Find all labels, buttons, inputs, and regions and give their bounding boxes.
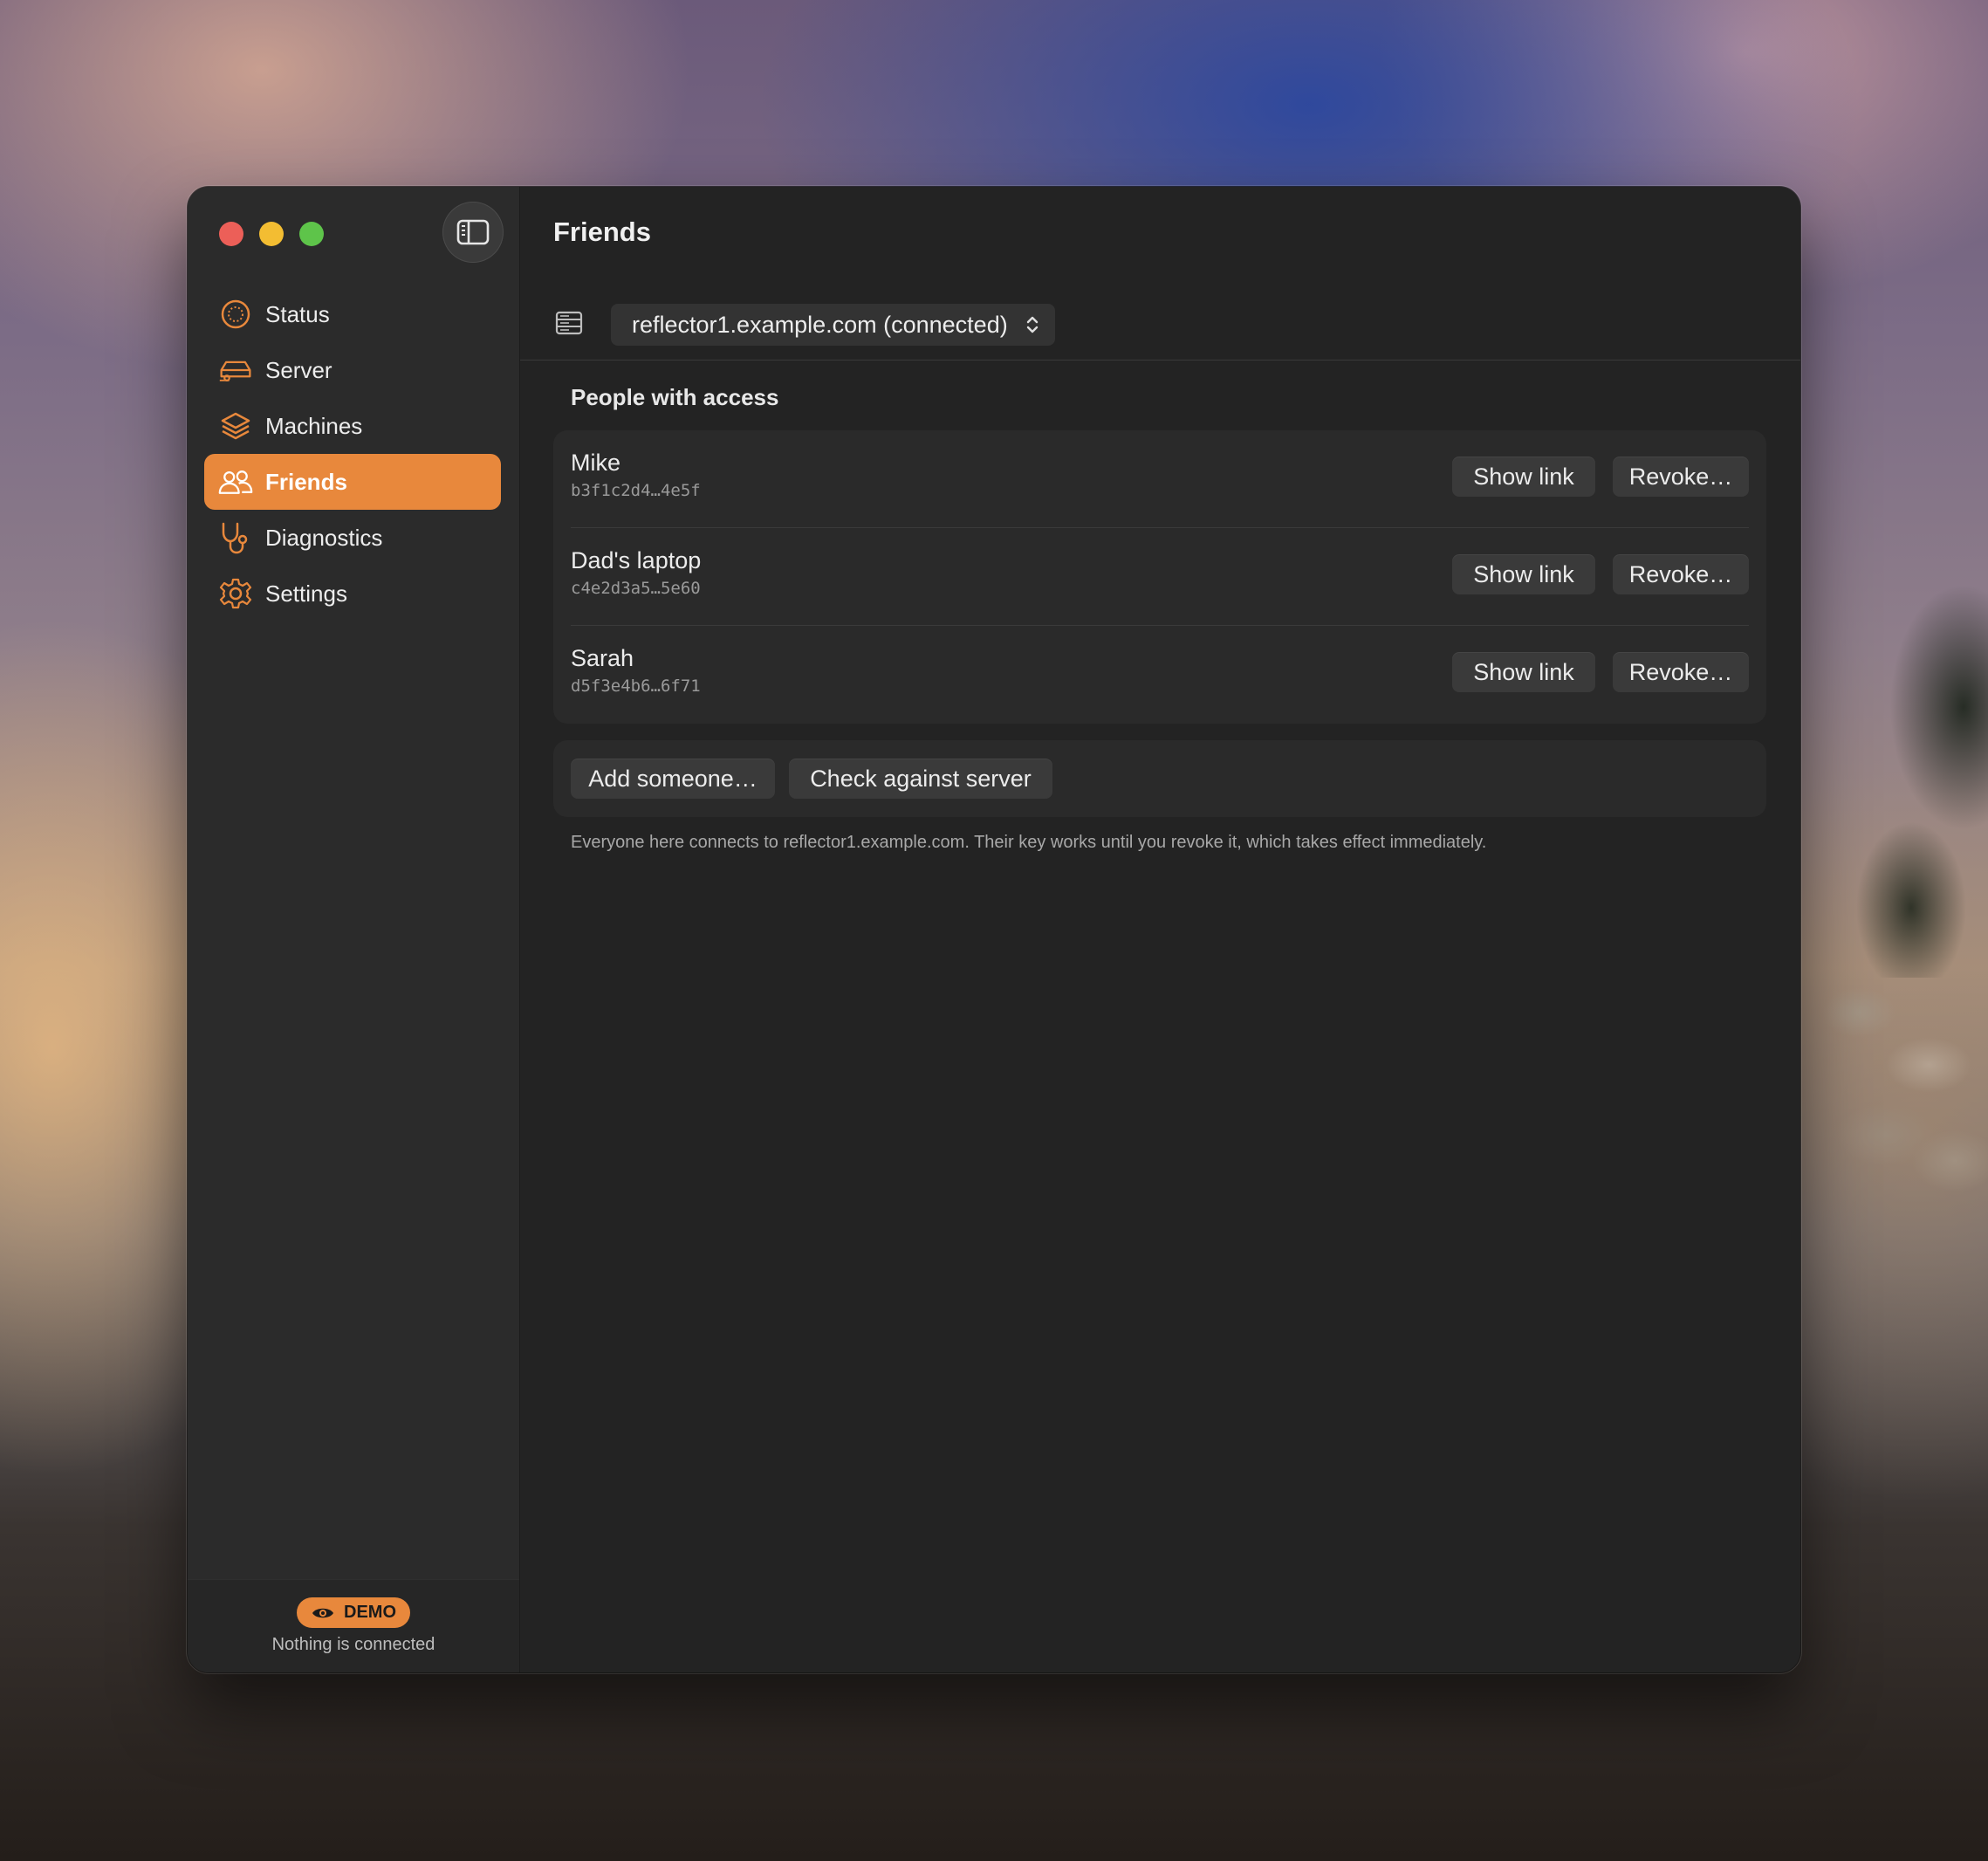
person-key: c4e2d3a5…5e60 — [571, 579, 701, 598]
sidebar-item-diagnostics[interactable]: Diagnostics — [204, 510, 501, 566]
sidebar-item-label: Settings — [265, 580, 347, 607]
person-key: b3f1c2d4…4e5f — [571, 481, 701, 500]
person-name: Sarah — [571, 645, 634, 671]
person-name: Mike — [571, 450, 621, 476]
show-link-button[interactable]: Show link — [1452, 554, 1595, 594]
sidebar-item-label: Machines — [265, 412, 363, 439]
person-key: d5f3e4b6…6f71 — [571, 676, 701, 696]
people-list: Mike b3f1c2d4…4e5f Show link Revoke… Dad… — [553, 430, 1766, 724]
sidebar-item-machines[interactable]: Machines — [204, 398, 501, 454]
page-title: Friends — [553, 216, 651, 247]
layers-icon — [218, 409, 253, 443]
revoke-button[interactable]: Revoke… — [1613, 554, 1749, 594]
stethoscope-icon — [218, 520, 253, 555]
person-name: Dad's laptop — [571, 547, 702, 573]
sidebar-item-settings[interactable]: Settings — [204, 566, 501, 621]
sidebar-item-label: Server — [265, 356, 332, 383]
app-window: Status Server Machines Friends Diagnosti… — [188, 187, 1800, 1672]
eye-icon — [312, 1608, 333, 1617]
footnote-text: Everyone here connects to reflector1.exa… — [571, 833, 1487, 852]
sidebar-footer: DEMO Nothing is connected — [188, 1579, 519, 1672]
list-item: Dad's laptop c4e2d3a5…5e60 Show link Rev… — [571, 528, 1749, 626]
sidebar-item-label: Diagnostics — [265, 524, 383, 551]
list-item: Mike b3f1c2d4…4e5f Show link Revoke… — [571, 430, 1749, 528]
close-window-button[interactable] — [219, 222, 243, 246]
server-select[interactable]: reflector1.example.com (connected) — [611, 304, 1055, 346]
show-link-button[interactable]: Show link — [1452, 457, 1595, 497]
sidebar-item-friends[interactable]: Friends — [204, 454, 501, 510]
sidebar-item-label: Friends — [265, 468, 347, 495]
gear-icon — [218, 576, 253, 611]
revoke-button[interactable]: Revoke… — [1613, 652, 1749, 692]
minimize-window-button[interactable] — [259, 222, 284, 246]
sidebar-item-server[interactable]: Server — [204, 342, 501, 398]
actions-bar: Add someone… Check against server — [553, 740, 1766, 817]
main-content: Friends reflector1.example.com (connecte… — [520, 187, 1800, 1672]
sidebar-item-status[interactable]: Status — [204, 286, 501, 342]
demo-badge: DEMO — [297, 1597, 410, 1628]
section-title: People with access — [571, 384, 779, 410]
status-icon — [218, 297, 253, 332]
server-toolbar: reflector1.example.com (connected) — [520, 286, 1800, 361]
connection-status-text: Nothing is connected — [271, 1635, 435, 1654]
sidebar: Status Server Machines Friends Diagnosti… — [188, 187, 520, 1672]
sidebar-toggle-button[interactable] — [442, 202, 504, 263]
sidebar-item-label: Status — [265, 300, 330, 327]
window-controls — [219, 222, 324, 246]
server-car-icon — [218, 353, 253, 388]
people-icon — [218, 464, 253, 499]
background-rocks — [1806, 943, 1988, 1196]
zoom-window-button[interactable] — [299, 222, 324, 246]
add-someone-button[interactable]: Add someone… — [571, 759, 775, 799]
revoke-button[interactable]: Revoke… — [1613, 457, 1749, 497]
server-rack-icon — [555, 311, 583, 340]
demo-badge-label: DEMO — [344, 1603, 396, 1622]
sidebar-toggle-icon — [456, 219, 490, 245]
background-trees — [1806, 489, 1988, 978]
chevron-updown-icon — [1026, 316, 1038, 333]
check-against-server-button[interactable]: Check against server — [789, 759, 1052, 799]
server-select-value: reflector1.example.com (connected) — [632, 311, 1008, 338]
sidebar-nav: Status Server Machines Friends Diagnosti… — [204, 286, 501, 621]
show-link-button[interactable]: Show link — [1452, 652, 1595, 692]
list-item: Sarah d5f3e4b6…6f71 Show link Revoke… — [571, 626, 1749, 724]
